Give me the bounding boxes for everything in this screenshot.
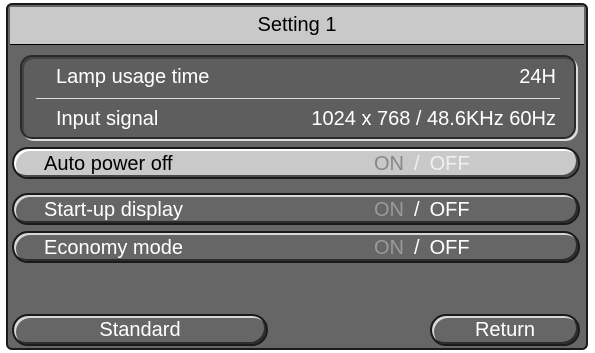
option-auto-power-off[interactable]: Auto power off ON / OFF — [12, 147, 580, 179]
option-label: Auto power off — [44, 153, 173, 175]
off-label: OFF — [429, 237, 470, 259]
option-label: Economy mode — [44, 237, 183, 259]
on-off-toggle[interactable]: ON / OFF — [374, 237, 470, 260]
panel-title: Setting 1 — [10, 7, 584, 45]
option-economy-mode[interactable]: Economy mode ON / OFF — [12, 231, 580, 263]
lamp-usage-label: Lamp usage time — [56, 66, 210, 88]
off-label: OFF — [429, 199, 470, 221]
option-start-up-display[interactable]: Start-up display ON / OFF — [12, 193, 580, 225]
input-signal-value: 1024 x 768 / 48.6KHz 60Hz — [311, 108, 556, 130]
standard-button[interactable]: Standard — [12, 314, 268, 346]
lamp-usage-value: 24H — [519, 66, 556, 88]
on-label: ON — [374, 237, 404, 259]
return-button[interactable]: Return — [430, 314, 580, 346]
info-box: Lamp usage time 24H Input signal 1024 x … — [20, 55, 576, 139]
on-label: ON — [374, 199, 404, 221]
on-off-toggle[interactable]: ON / OFF — [374, 199, 470, 222]
input-signal-label: Input signal — [56, 108, 159, 130]
separator: / — [414, 237, 420, 259]
separator: / — [414, 199, 420, 221]
on-off-toggle[interactable]: ON / OFF — [374, 153, 470, 176]
option-label: Start-up display — [44, 199, 183, 221]
off-label: OFF — [429, 153, 470, 175]
info-divider — [36, 98, 560, 99]
info-row-input: Input signal 1024 x 768 / 48.6KHz 60Hz — [22, 101, 574, 137]
separator: / — [414, 153, 420, 175]
on-label: ON — [374, 153, 404, 175]
info-row-lamp: Lamp usage time 24H — [22, 59, 574, 95]
